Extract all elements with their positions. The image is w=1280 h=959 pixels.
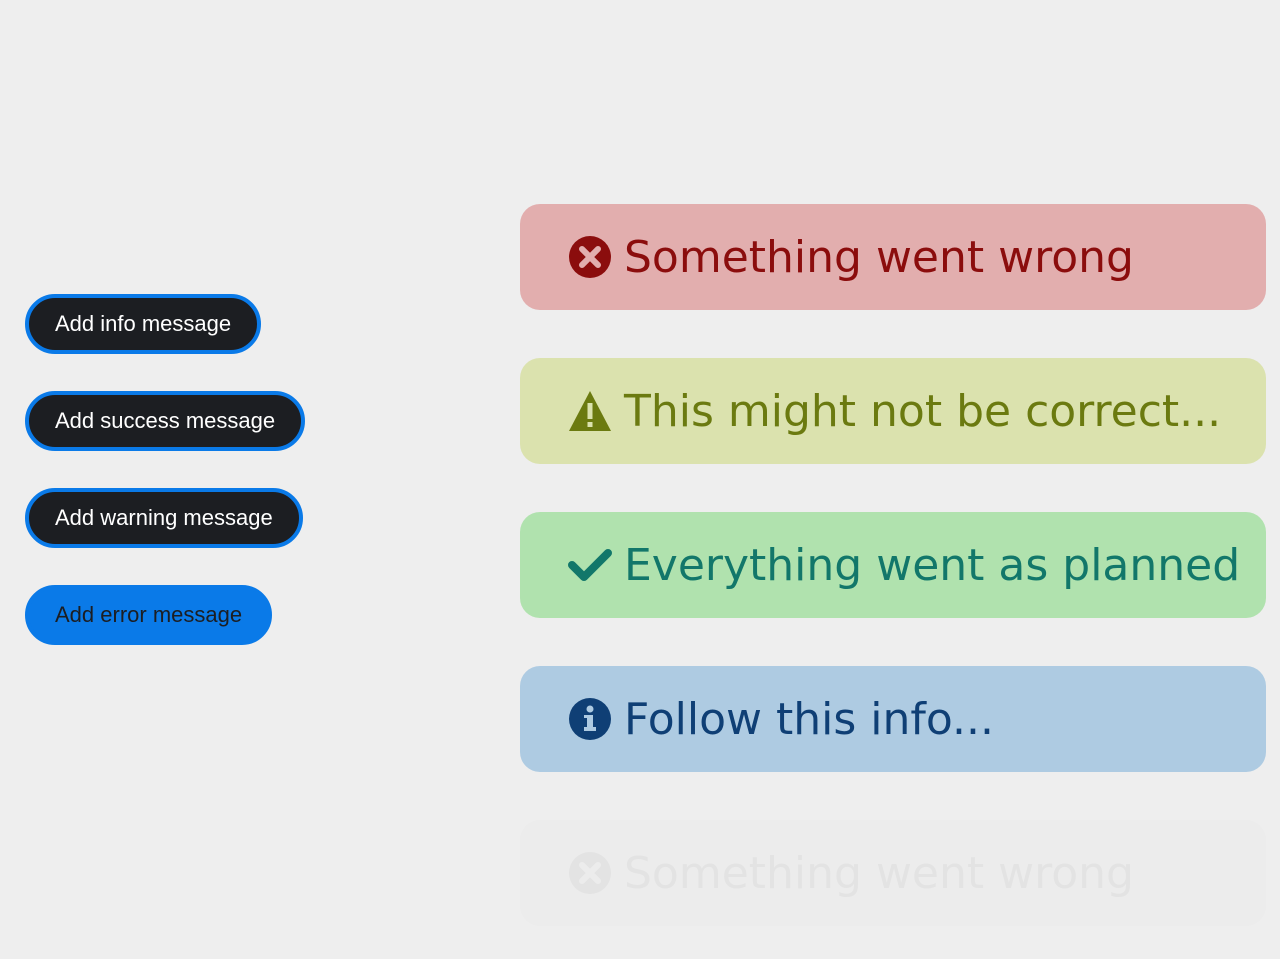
toast-message: Everything went as planned: [624, 539, 1241, 591]
check-icon: [568, 543, 612, 587]
add-error-message-button[interactable]: Add error message: [25, 585, 273, 645]
info-circle-icon: [568, 697, 612, 741]
warning-triangle-icon: [568, 389, 612, 433]
toast-warning[interactable]: This might not be correct...: [520, 358, 1266, 464]
add-info-message-button[interactable]: Add info message: [25, 294, 262, 354]
add-success-message-button[interactable]: Add success message: [25, 391, 306, 451]
toast-info[interactable]: Follow this info...: [520, 666, 1266, 772]
toast-error[interactable]: Something went wrong: [520, 204, 1266, 310]
toast-message: Something went wrong: [624, 231, 1134, 283]
toast-message: Follow this info...: [624, 693, 994, 745]
toast-message: Something went wrong: [624, 847, 1134, 899]
toast-success[interactable]: Everything went as planned: [520, 512, 1266, 618]
toast-error-fading[interactable]: Something went wrong: [520, 820, 1266, 926]
times-circle-icon: [568, 235, 612, 279]
toast-message: This might not be correct...: [624, 385, 1222, 437]
times-circle-icon: [568, 851, 612, 895]
add-warning-message-button[interactable]: Add warning message: [25, 488, 303, 548]
